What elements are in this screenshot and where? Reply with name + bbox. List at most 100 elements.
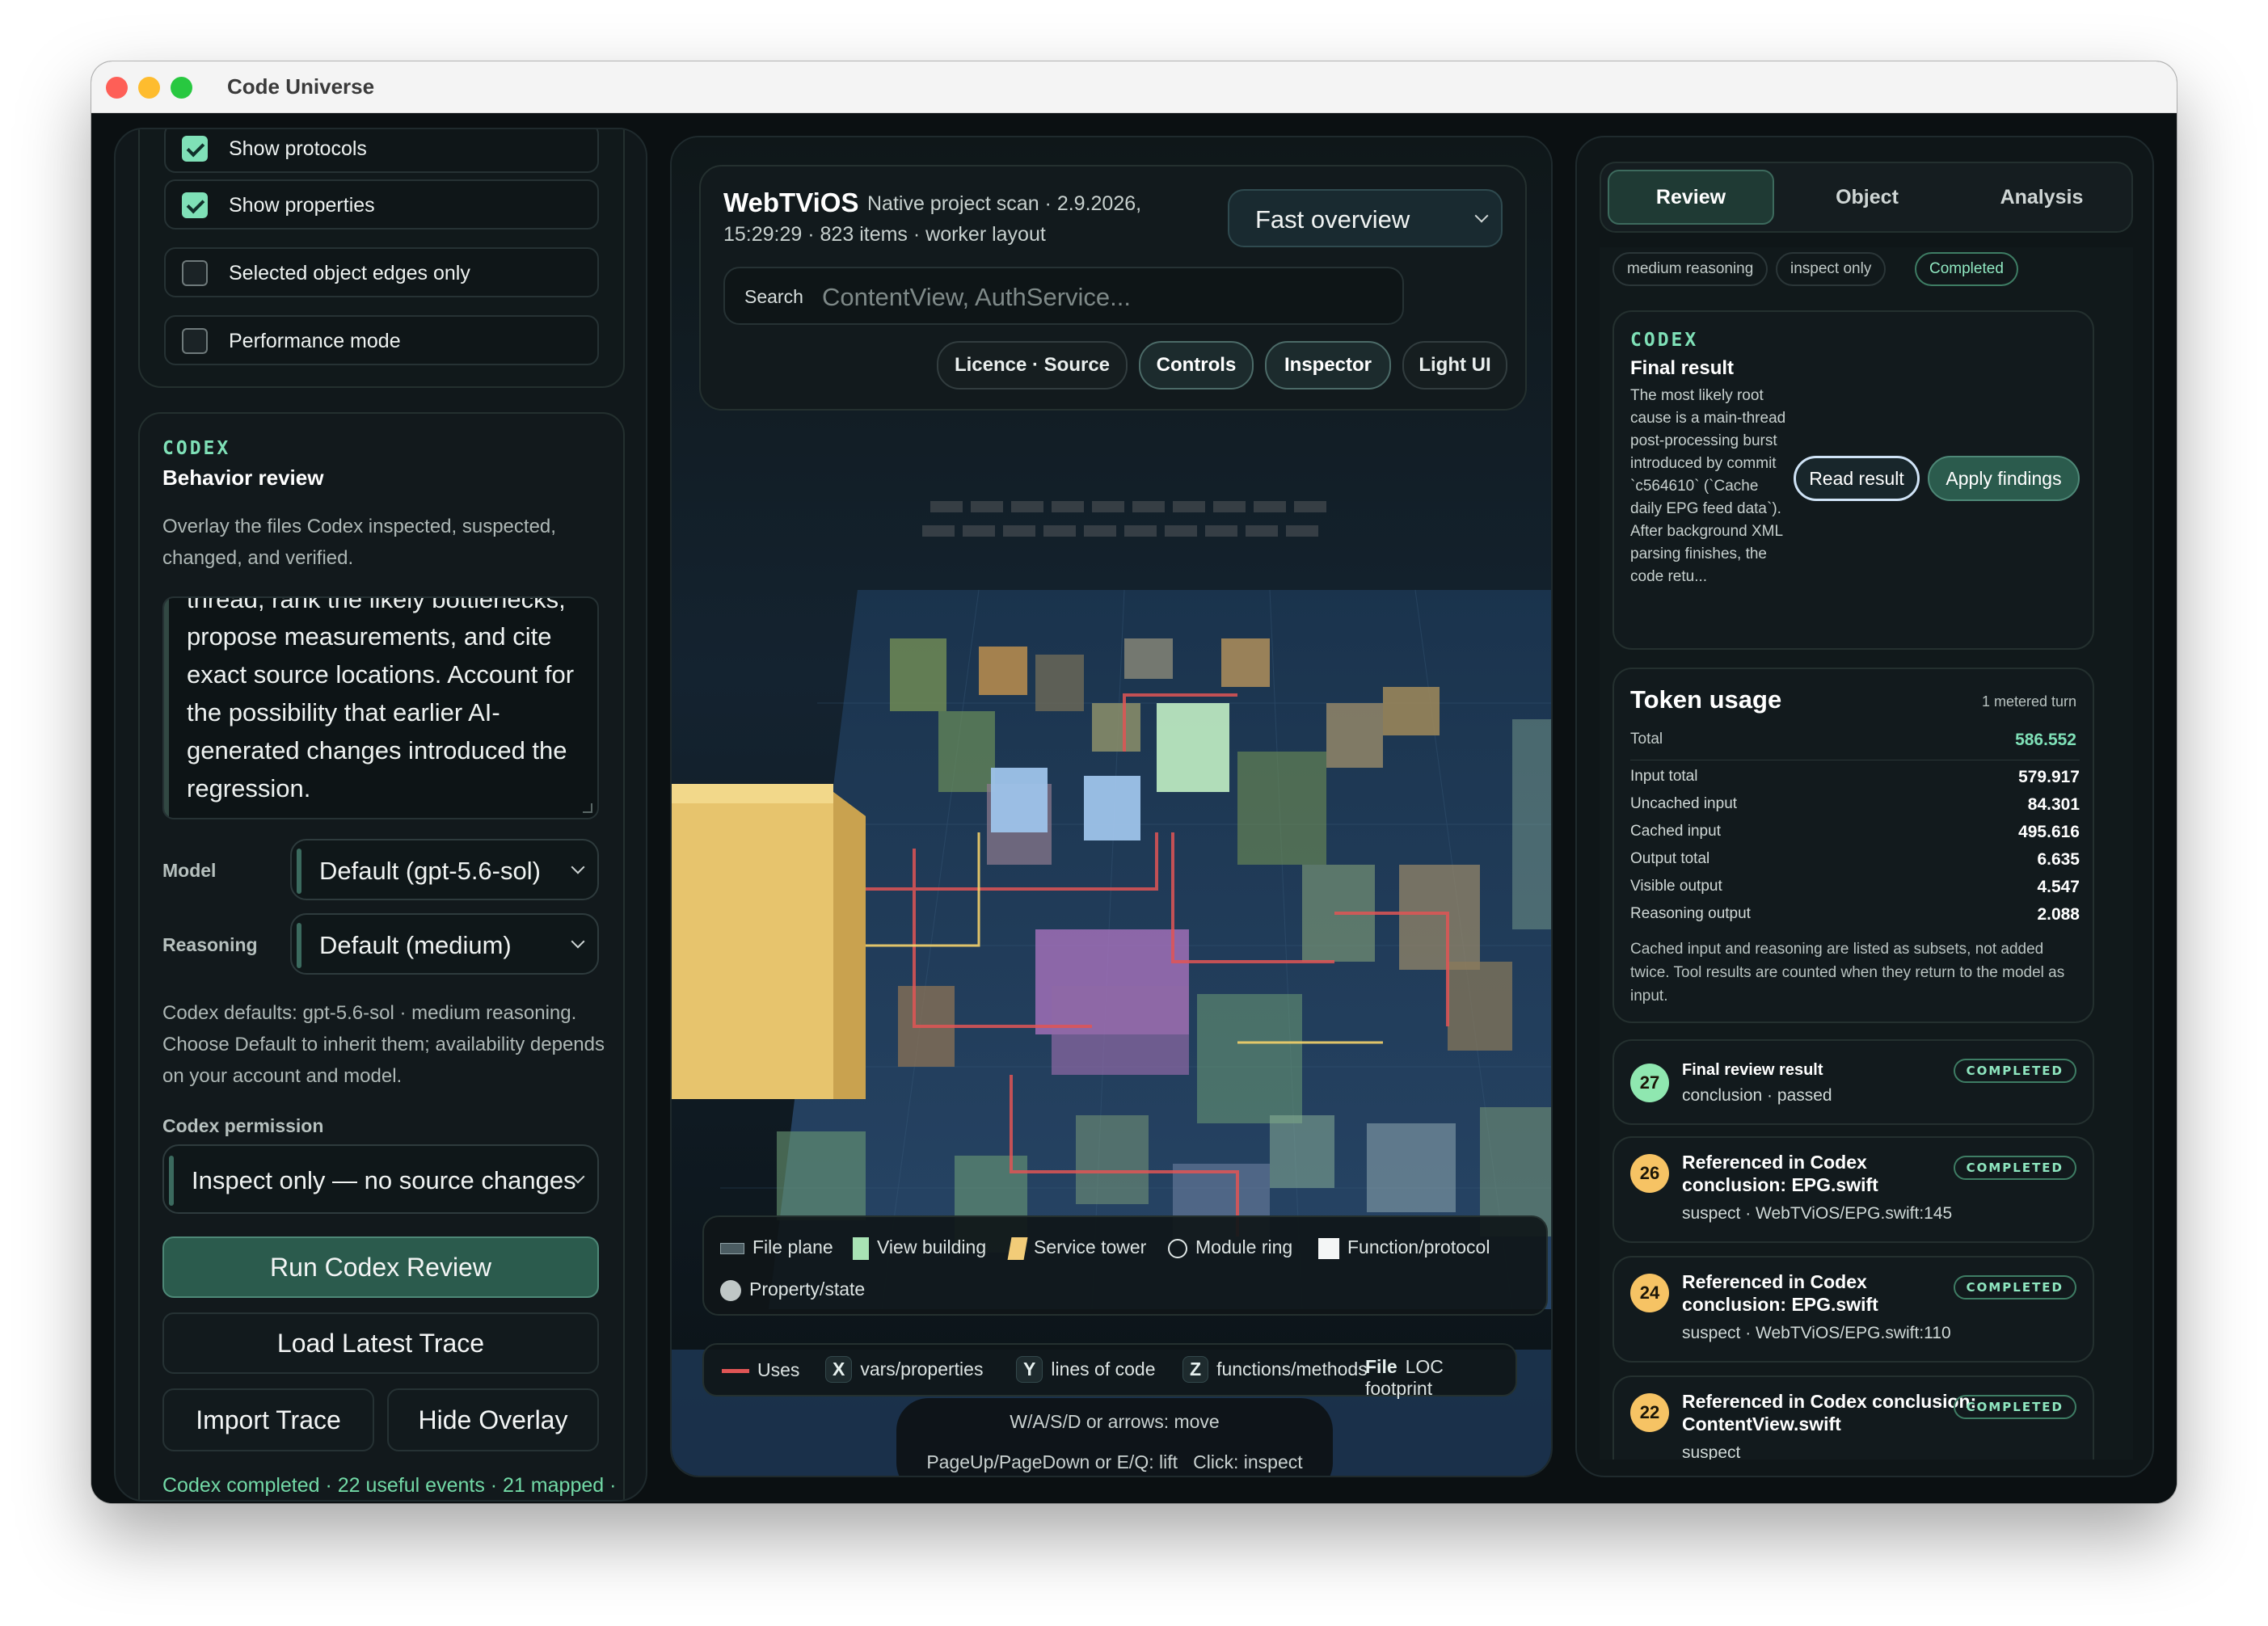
read-result-button[interactable]: Read result <box>1794 456 1920 501</box>
show-properties-checkbox[interactable] <box>182 192 208 218</box>
token-row: Uncached input 84.301 <box>1630 795 2080 814</box>
toggle-label: Show properties <box>229 194 375 217</box>
token-row: Reasoning output 2.088 <box>1630 905 2080 924</box>
performance-mode-checkbox[interactable] <box>182 328 208 354</box>
review-scroll[interactable]: medium reasoning inspect only Completed … <box>1600 247 2133 1460</box>
final-result-title: Final result <box>1630 357 1735 379</box>
axis-z: Zfunctions/methods <box>1182 1356 1368 1383</box>
codex-tag: CODEX <box>1630 330 1699 351</box>
model-value: Default (gpt-5.6-sol) <box>319 857 541 885</box>
prompt-textarea[interactable]: thread, rank the likely bottlenecks, pro… <box>162 596 599 819</box>
toggle-label: Show protocols <box>229 137 367 160</box>
licence-source-button[interactable]: Licence · Source <box>937 341 1128 390</box>
left-sidebar[interactable]: Show protocols Show properties Selected … <box>114 128 647 1502</box>
chip-inspect: inspect only <box>1776 252 1886 286</box>
minimize-window-button[interactable] <box>138 77 160 99</box>
service-tower-icon <box>1007 1236 1028 1260</box>
controls-button[interactable]: Controls <box>1139 341 1254 390</box>
window-title: Code Universe <box>227 74 375 99</box>
view-mode-select[interactable]: Fast overview <box>1228 189 1503 247</box>
search-input[interactable]: ContentView, AuthService... <box>822 283 1131 312</box>
event-title: Referenced in Codex conclusion: EPG.swif… <box>1682 1271 1878 1315</box>
legend-property-state: Property/state <box>720 1278 865 1301</box>
chevron-down-icon <box>1474 209 1489 223</box>
inspector-button[interactable]: Inspector <box>1265 341 1391 390</box>
close-window-button[interactable] <box>106 77 128 99</box>
status-badge: COMPLETED <box>1953 1059 2076 1083</box>
help-move: W/A/S/D or arrows: move <box>1010 1411 1220 1432</box>
controls-help: W/A/S/D or arrows: move PageUp/PageDown … <box>896 1398 1333 1476</box>
chevron-down-icon <box>571 934 585 949</box>
token-row: Input total 579.917 <box>1630 768 2080 786</box>
toggle-performance-mode[interactable]: Performance mode <box>164 315 599 365</box>
zoom-window-button[interactable] <box>171 77 192 99</box>
event-card[interactable]: 24 Referenced in Codex conclusion: EPG.s… <box>1612 1256 2094 1363</box>
codex-status: Codex completed · 22 useful events · 21 … <box>162 1474 617 1497</box>
hide-overlay-button[interactable]: Hide Overlay <box>387 1388 599 1451</box>
tab-analysis[interactable]: Analysis <box>1958 170 2125 225</box>
app-content: Show protocols Show properties Selected … <box>91 113 2177 1503</box>
event-subtitle: suspect <box>1682 1443 1741 1460</box>
property-state-icon <box>720 1279 741 1301</box>
app-window: Code Universe Show protocols Show proper… <box>91 61 2177 1503</box>
legend-service-tower: Service tower <box>1007 1236 1146 1260</box>
toggle-show-properties[interactable]: Show properties <box>164 179 599 230</box>
tab-review[interactable]: Review <box>1608 170 1774 225</box>
file-plane-icon <box>720 1242 744 1254</box>
resize-handle-icon[interactable] <box>583 803 592 813</box>
token-total-value: 586.552 <box>2015 731 2076 749</box>
prompt-text: propose measurements, and cite exact sou… <box>187 622 575 802</box>
event-number: 24 <box>1630 1274 1669 1312</box>
chevron-down-icon <box>571 860 585 874</box>
token-usage-title: Token usage <box>1630 685 1782 714</box>
search-label: Search <box>744 286 803 307</box>
event-title: Referenced in Codex conclusion: EPG.swif… <box>1682 1152 1878 1195</box>
chip-reasoning: medium reasoning <box>1612 252 1768 286</box>
show-protocols-checkbox[interactable] <box>182 136 208 162</box>
selected-edges-checkbox[interactable] <box>182 260 208 286</box>
legend-view-building: View building <box>853 1236 986 1260</box>
light-ui-button[interactable]: Light UI <box>1402 341 1507 390</box>
project-name: WebTViOS <box>723 187 859 217</box>
title-bar: Code Universe <box>91 61 2177 113</box>
permission-select[interactable]: Inspect only — no source changes <box>162 1144 599 1214</box>
final-result-card: CODEX Final result The most likely root … <box>1612 310 2094 650</box>
event-card[interactable]: 27 Final review result conclusion · pass… <box>1612 1039 2094 1125</box>
select-accent <box>297 849 301 894</box>
token-note: Cached input and reasoning are listed as… <box>1630 941 2065 1005</box>
event-number: 22 <box>1630 1393 1669 1432</box>
token-usage-card: Token usage 1 metered turn Total 586.552… <box>1612 668 2094 1023</box>
event-card[interactable]: 26 Referenced in Codex conclusion: EPG.s… <box>1612 1136 2094 1243</box>
legend-function-protocol: Function/protocol <box>1318 1236 1490 1259</box>
permission-value: Inspect only — no source changes <box>192 1166 576 1194</box>
tab-object[interactable]: Object <box>1784 170 1950 225</box>
search-field[interactable]: Search ContentView, AuthService... <box>723 267 1404 325</box>
event-number: 27 <box>1630 1064 1669 1102</box>
apply-findings-button[interactable]: Apply findings <box>1928 456 2080 501</box>
legend-card: File plane View building Service tower M… <box>702 1215 1548 1316</box>
event-title: Final review result <box>1682 1061 1823 1079</box>
scene-panel: WebTViOS Native project scan · 2.9.2026,… <box>670 136 1553 1477</box>
token-row: Cached input 495.616 <box>1630 823 2080 841</box>
right-tabs: Review Object Analysis <box>1600 162 2133 233</box>
toggle-label: Selected object edges only <box>229 262 470 284</box>
toggle-selected-edges[interactable]: Selected object edges only <box>164 247 599 297</box>
load-latest-trace-button[interactable]: Load Latest Trace <box>162 1312 599 1374</box>
toggle-show-protocols[interactable]: Show protocols <box>164 129 599 173</box>
review-title: Behavior review <box>162 465 324 490</box>
uses-line-icon <box>722 1369 749 1374</box>
scan-info-line-1: Native project scan · 2.9.2026, <box>867 192 1142 215</box>
event-subtitle: suspect · WebTViOS/EPG.swift:110 <box>1682 1324 1951 1342</box>
run-codex-review-button[interactable]: Run Codex Review <box>162 1236 599 1298</box>
reasoning-select[interactable]: Default (medium) <box>290 913 599 975</box>
view-mode-value: Fast overview <box>1255 205 1410 234</box>
legend-module-ring: Module ring <box>1168 1236 1292 1258</box>
permission-label: Codex permission <box>162 1115 324 1136</box>
token-total-label: Total <box>1630 731 1663 748</box>
status-badge: COMPLETED <box>1953 1275 2076 1300</box>
event-card[interactable]: 22 Referenced in Codex conclusion: Conte… <box>1612 1375 2094 1460</box>
model-select[interactable]: Default (gpt-5.6-sol) <box>290 839 599 900</box>
function-protocol-icon <box>1318 1237 1339 1259</box>
import-trace-button[interactable]: Import Trace <box>162 1388 374 1451</box>
view-building-icon <box>853 1236 869 1260</box>
